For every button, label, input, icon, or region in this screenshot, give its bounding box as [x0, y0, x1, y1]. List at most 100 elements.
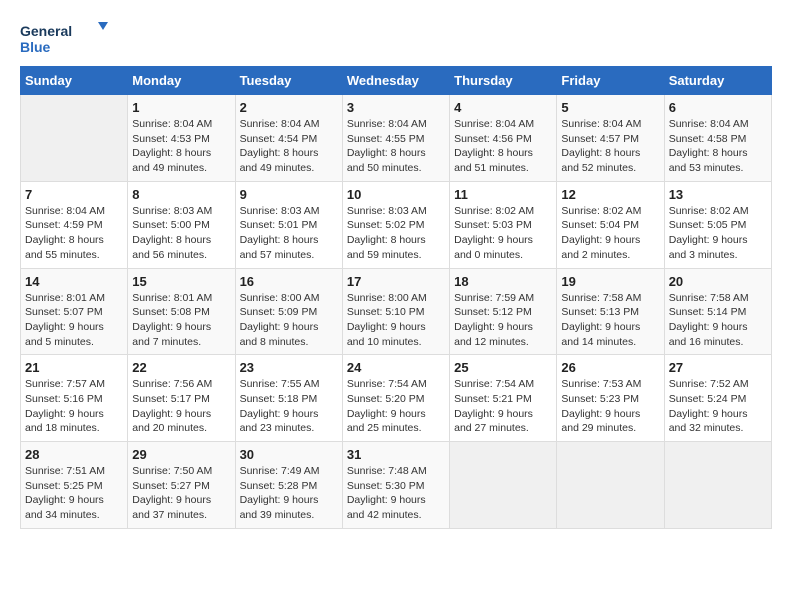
- day-cell: 21Sunrise: 7:57 AMSunset: 5:16 PMDayligh…: [21, 355, 128, 442]
- day-number: 28: [25, 447, 123, 462]
- day-cell: 19 Sunrise: 7:58 AMSunset: 5:13 PMDayligh…: [557, 268, 664, 355]
- day-cell: 15Sunrise: 8:01 AMSunset: 5:08 PMDayligh…: [128, 268, 235, 355]
- day-number: 8: [132, 187, 230, 202]
- day-cell: 30 Sunrise: 7:49 AMSunset: 5:28 PMDayligh…: [235, 442, 342, 529]
- day-info: Sunrise: 7:56 AMSunset: 5:17 PMDaylight:…: [132, 377, 230, 436]
- day-info: Sunrise: 7:53 AMSunset: 5:23 PMDaylight:…: [561, 377, 659, 436]
- header-day-sunday: Sunday: [21, 67, 128, 95]
- day-cell: 13 Sunrise: 8:02 AMSunset: 5:05 PMDayligh…: [664, 181, 771, 268]
- day-info: Sunrise: 7:50 AMSunset: 5:27 PMDaylight:…: [132, 464, 230, 523]
- svg-text:Blue: Blue: [20, 39, 51, 55]
- day-cell: 29 Sunrise: 7:50 AMSunset: 5:27 PMDayligh…: [128, 442, 235, 529]
- week-row-4: 21Sunrise: 7:57 AMSunset: 5:16 PMDayligh…: [21, 355, 772, 442]
- day-number: 19: [561, 274, 659, 289]
- day-info: Sunrise: 8:04 AMSunset: 4:55 PMDaylight:…: [347, 117, 445, 176]
- day-info: Sunrise: 7:52 AMSunset: 5:24 PMDaylight:…: [669, 377, 767, 436]
- day-cell: 31 Sunrise: 7:48 AMSunset: 5:30 PMDayligh…: [342, 442, 449, 529]
- day-cell: [21, 95, 128, 182]
- logo-svg: General Blue: [20, 20, 110, 56]
- day-info: Sunrise: 8:01 AMSunset: 5:07 PMDaylight:…: [25, 291, 123, 350]
- day-number: 18: [454, 274, 552, 289]
- logo: General Blue: [20, 20, 110, 56]
- week-row-5: 28 Sunrise: 7:51 AMSunset: 5:25 PMDayligh…: [21, 442, 772, 529]
- day-number: 22: [132, 360, 230, 375]
- day-info: Sunrise: 8:03 AMSunset: 5:01 PMDaylight:…: [240, 204, 338, 263]
- day-cell: 2Sunrise: 8:04 AMSunset: 4:54 PMDaylight…: [235, 95, 342, 182]
- day-info: Sunrise: 8:00 AMSunset: 5:09 PMDaylight:…: [240, 291, 338, 350]
- day-cell: 16 Sunrise: 8:00 AMSunset: 5:09 PMDayligh…: [235, 268, 342, 355]
- day-cell: 11 Sunrise: 8:02 AMSunset: 5:03 PMDayligh…: [450, 181, 557, 268]
- day-info: Sunrise: 7:59 AMSunset: 5:12 PMDaylight:…: [454, 291, 552, 350]
- day-number: 23: [240, 360, 338, 375]
- day-number: 17: [347, 274, 445, 289]
- day-cell: 23 Sunrise: 7:55 AMSunset: 5:18 PMDayligh…: [235, 355, 342, 442]
- day-cell: 27 Sunrise: 7:52 AMSunset: 5:24 PMDayligh…: [664, 355, 771, 442]
- header: General Blue: [20, 20, 772, 56]
- day-number: 26: [561, 360, 659, 375]
- day-cell: [664, 442, 771, 529]
- day-info: Sunrise: 8:04 AMSunset: 4:58 PMDaylight:…: [669, 117, 767, 176]
- day-number: 29: [132, 447, 230, 462]
- day-info: Sunrise: 7:51 AMSunset: 5:25 PMDaylight:…: [25, 464, 123, 523]
- day-cell: 24 Sunrise: 7:54 AMSunset: 5:20 PMDayligh…: [342, 355, 449, 442]
- day-number: 1: [132, 100, 230, 115]
- day-info: Sunrise: 8:02 AMSunset: 5:03 PMDaylight:…: [454, 204, 552, 263]
- day-info: Sunrise: 7:58 AMSunset: 5:14 PMDaylight:…: [669, 291, 767, 350]
- day-info: Sunrise: 7:57 AMSunset: 5:16 PMDaylight:…: [25, 377, 123, 436]
- day-info: Sunrise: 7:55 AMSunset: 5:18 PMDaylight:…: [240, 377, 338, 436]
- day-info: Sunrise: 8:04 AMSunset: 4:59 PMDaylight:…: [25, 204, 123, 263]
- header-day-monday: Monday: [128, 67, 235, 95]
- day-number: 25: [454, 360, 552, 375]
- header-day-wednesday: Wednesday: [342, 67, 449, 95]
- day-number: 24: [347, 360, 445, 375]
- day-cell: 26 Sunrise: 7:53 AMSunset: 5:23 PMDayligh…: [557, 355, 664, 442]
- day-cell: 10 Sunrise: 8:03 AMSunset: 5:02 PMDayligh…: [342, 181, 449, 268]
- calendar-table: SundayMondayTuesdayWednesdayThursdayFrid…: [20, 66, 772, 529]
- day-cell: 1 Sunrise: 8:04 AMSunset: 4:53 PMDaylight…: [128, 95, 235, 182]
- day-cell: 8Sunrise: 8:03 AMSunset: 5:00 PMDaylight…: [128, 181, 235, 268]
- day-cell: 17 Sunrise: 8:00 AMSunset: 5:10 PMDayligh…: [342, 268, 449, 355]
- day-cell: 20 Sunrise: 7:58 AMSunset: 5:14 PMDayligh…: [664, 268, 771, 355]
- day-cell: [557, 442, 664, 529]
- day-number: 27: [669, 360, 767, 375]
- day-number: 30: [240, 447, 338, 462]
- day-number: 31: [347, 447, 445, 462]
- header-day-friday: Friday: [557, 67, 664, 95]
- day-info: Sunrise: 8:02 AMSunset: 5:05 PMDaylight:…: [669, 204, 767, 263]
- day-cell: 6 Sunrise: 8:04 AMSunset: 4:58 PMDaylight…: [664, 95, 771, 182]
- day-info: Sunrise: 8:04 AMSunset: 4:53 PMDaylight:…: [132, 117, 230, 176]
- day-number: 2: [240, 100, 338, 115]
- day-info: Sunrise: 8:00 AMSunset: 5:10 PMDaylight:…: [347, 291, 445, 350]
- day-info: Sunrise: 8:01 AMSunset: 5:08 PMDaylight:…: [132, 291, 230, 350]
- day-number: 10: [347, 187, 445, 202]
- day-info: Sunrise: 7:49 AMSunset: 5:28 PMDaylight:…: [240, 464, 338, 523]
- day-cell: 5Sunrise: 8:04 AMSunset: 4:57 PMDaylight…: [557, 95, 664, 182]
- day-cell: 3 Sunrise: 8:04 AMSunset: 4:55 PMDaylight…: [342, 95, 449, 182]
- day-info: Sunrise: 7:58 AMSunset: 5:13 PMDaylight:…: [561, 291, 659, 350]
- day-cell: 7 Sunrise: 8:04 AMSunset: 4:59 PMDaylight…: [21, 181, 128, 268]
- day-info: Sunrise: 8:03 AMSunset: 5:02 PMDaylight:…: [347, 204, 445, 263]
- day-number: 7: [25, 187, 123, 202]
- day-cell: 4 Sunrise: 8:04 AMSunset: 4:56 PMDaylight…: [450, 95, 557, 182]
- day-number: 20: [669, 274, 767, 289]
- day-number: 4: [454, 100, 552, 115]
- day-number: 14: [25, 274, 123, 289]
- day-cell: [450, 442, 557, 529]
- day-number: 16: [240, 274, 338, 289]
- header-day-saturday: Saturday: [664, 67, 771, 95]
- day-number: 3: [347, 100, 445, 115]
- day-number: 13: [669, 187, 767, 202]
- day-info: Sunrise: 8:04 AMSunset: 4:57 PMDaylight:…: [561, 117, 659, 176]
- day-info: Sunrise: 7:54 AMSunset: 5:20 PMDaylight:…: [347, 377, 445, 436]
- day-number: 11: [454, 187, 552, 202]
- day-number: 6: [669, 100, 767, 115]
- day-cell: 22 Sunrise: 7:56 AMSunset: 5:17 PMDayligh…: [128, 355, 235, 442]
- week-row-3: 14 Sunrise: 8:01 AMSunset: 5:07 PMDayligh…: [21, 268, 772, 355]
- day-info: Sunrise: 7:54 AMSunset: 5:21 PMDaylight:…: [454, 377, 552, 436]
- day-cell: 14 Sunrise: 8:01 AMSunset: 5:07 PMDayligh…: [21, 268, 128, 355]
- day-number: 9: [240, 187, 338, 202]
- header-day-thursday: Thursday: [450, 67, 557, 95]
- day-info: Sunrise: 8:04 AMSunset: 4:56 PMDaylight:…: [454, 117, 552, 176]
- day-cell: 28 Sunrise: 7:51 AMSunset: 5:25 PMDayligh…: [21, 442, 128, 529]
- day-info: Sunrise: 7:48 AMSunset: 5:30 PMDaylight:…: [347, 464, 445, 523]
